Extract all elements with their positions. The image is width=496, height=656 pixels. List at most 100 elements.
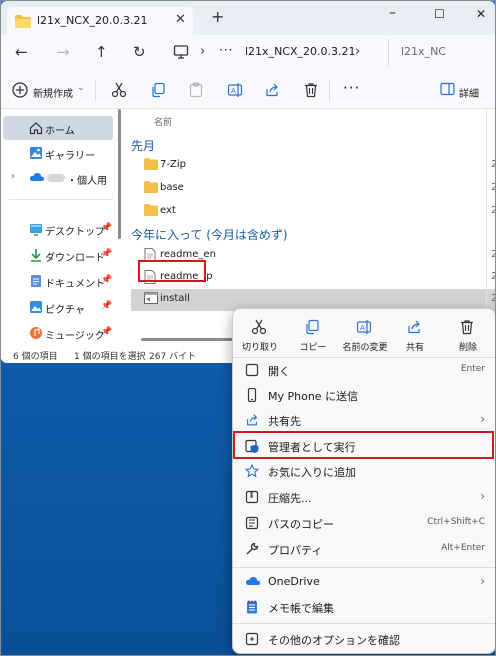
sidebar-item-music[interactable]: ミュージック 📌 [3, 321, 113, 345]
pin-icon: 📌 [101, 223, 113, 233]
breadcrumb-separator[interactable]: › [200, 44, 205, 59]
sidebar-item-documents[interactable]: ドキュメント 📌 [3, 269, 113, 293]
close-tab-icon[interactable]: ✕ [175, 12, 186, 27]
more-options-button[interactable]: ··· [343, 79, 360, 97]
sidebar-item-home[interactable]: ホーム [3, 116, 113, 140]
copy-path-icon [245, 516, 259, 533]
file-name: readme_en [160, 249, 216, 260]
address-bar-row: ← → ↑ ↻ › ··· l21x_NCX_20.0.3.21 › l21x_… [1, 35, 495, 71]
sidebar-scrollbar[interactable] [118, 109, 121, 239]
notepad-icon [245, 600, 259, 617]
details-button-label[interactable]: 詳細 [459, 85, 479, 100]
file-name: base [160, 182, 184, 193]
menu-item-compress[interactable]: 圧縮先... › [237, 484, 493, 510]
new-item-icon[interactable] [11, 81, 29, 102]
sidebar-item-downloads[interactable]: ダウンロード 📌 [3, 243, 113, 267]
context-menu: 切り取り コピー A 名前の変更 共有 削除 開く Enter My Phone… [232, 308, 496, 654]
new-tab-button[interactable]: + [211, 9, 224, 25]
menu-item-edit-notepad[interactable]: メモ帳で編集 [237, 594, 493, 620]
menu-item-properties[interactable]: プロパティ Alt+Enter [237, 536, 493, 562]
toolbar-divider [95, 79, 96, 101]
search-box[interactable]: l21x_NC [388, 39, 495, 67]
up-button[interactable]: ↑ [95, 44, 108, 60]
menu-item-label: 開く [268, 365, 290, 378]
details-pane-icon[interactable] [440, 82, 455, 99]
sidebar-item-gallery[interactable]: ギャラリー [3, 141, 113, 165]
sidebar-item-onedrive[interactable]: › ・個人用 [3, 166, 113, 190]
menu-item-run-as-admin[interactable]: 管理者として実行 [237, 433, 493, 459]
menu-item-label: 共有先 [268, 415, 301, 428]
breadcrumb-separator-end[interactable]: › [355, 44, 360, 59]
sidebar-item-label: デスクトップ [45, 227, 105, 238]
menu-item-open[interactable]: 開く Enter [237, 357, 493, 383]
rename-icon[interactable]: A [227, 82, 243, 101]
computer-icon[interactable] [173, 44, 189, 63]
paste-icon[interactable] [188, 82, 204, 101]
menu-item-add-favorite[interactable]: お気に入りに追加 [237, 458, 493, 484]
close-window-button[interactable]: ✕ [476, 7, 486, 21]
onedrive-cloud-icon [29, 171, 45, 186]
new-button-label[interactable]: 新規作成 [33, 85, 73, 100]
sidebar-item-pictures[interactable]: ピクチャ 📌 [3, 295, 113, 319]
menu-item-label: プロパティ [268, 544, 323, 557]
delete-button[interactable]: 削除 [445, 315, 491, 355]
breadcrumb-overflow[interactable]: ··· [219, 43, 233, 57]
sidebar-item-label: ギャラリー [45, 151, 95, 162]
cut-button[interactable]: 切り取り [237, 315, 283, 355]
pin-icon: 📌 [101, 301, 113, 311]
zip-icon [245, 490, 259, 507]
column-header-name[interactable]: 名前 [154, 115, 172, 128]
batch-file-icon [144, 292, 158, 307]
breadcrumb-current-folder[interactable]: l21x_NCX_20.0.3.21 [245, 45, 356, 58]
status-selected: 1 個の項目を選択 [74, 352, 146, 362]
file-name: install [160, 293, 190, 304]
chevron-right-icon: › [480, 574, 485, 588]
list-item[interactable]: readme_jp 20 [131, 267, 495, 289]
share-icon[interactable] [264, 82, 280, 101]
menu-item-more-options[interactable]: その他のオプションを確認 [237, 626, 493, 652]
expand-chevron-icon[interactable]: › [11, 171, 15, 182]
menu-item-share-with[interactable]: 共有先 › [237, 407, 493, 433]
minimize-button[interactable]: – [389, 5, 396, 21]
maximize-button[interactable]: ☐ [434, 7, 445, 21]
delete-icon[interactable] [303, 82, 319, 101]
share-button[interactable]: 共有 [392, 315, 438, 355]
sidebar-item-label: ドキュメント [45, 279, 105, 290]
chevron-right-icon: › [480, 489, 485, 503]
toolbar-divider-2 [329, 79, 330, 101]
rename-button[interactable]: A 名前の変更 [342, 315, 388, 355]
list-item[interactable]: base 20 [131, 178, 495, 200]
back-button[interactable]: ← [15, 44, 28, 60]
list-item[interactable]: 7-Zip 20 [131, 155, 495, 177]
menu-item-label: OneDrive [268, 575, 320, 588]
sidebar-item-label: ピクチャ [45, 305, 85, 316]
cut-icon [251, 319, 267, 338]
folder-icon [15, 15, 31, 31]
copy-button[interactable]: コピー [290, 315, 336, 355]
list-item[interactable]: ext 20 [131, 201, 495, 223]
menu-item-label: その他のオプションを確認 [268, 634, 400, 647]
gallery-icon [29, 146, 43, 163]
file-date: 20 [491, 249, 495, 260]
list-item[interactable]: readme_en 20 [131, 245, 495, 267]
refresh-button[interactable]: ↻ [133, 44, 146, 60]
share-label: 共有 [405, 343, 424, 353]
horizontal-scrollbar[interactable] [141, 338, 241, 341]
redacted-account-name [47, 174, 65, 182]
cut-icon[interactable] [111, 82, 127, 101]
text-file-icon [144, 248, 156, 265]
chevron-down-icon[interactable]: ⌄ [77, 83, 85, 93]
more-options-icon [245, 632, 259, 649]
tab-current-folder[interactable]: l21x_NCX_20.0.3.21 ✕ [7, 7, 193, 35]
group-header-last-month[interactable]: 先月 [131, 137, 155, 154]
group-header-this-year[interactable]: 今年に入って (今月は含めず) [131, 226, 288, 243]
file-date: 20 [491, 159, 495, 170]
menu-item-send-to-phone[interactable]: My Phone に送信 [237, 382, 493, 408]
copy-icon[interactable] [150, 82, 166, 101]
sidebar-item-label: ミュージック [45, 331, 105, 342]
sidebar-item-desktop[interactable]: デスクトップ 📌 [3, 217, 113, 241]
file-date: 20 [491, 205, 495, 216]
forward-button[interactable]: → [57, 44, 70, 60]
menu-item-copy-path[interactable]: パスのコピー Ctrl+Shift+C [237, 510, 493, 536]
menu-item-onedrive[interactable]: OneDrive › [237, 569, 493, 595]
